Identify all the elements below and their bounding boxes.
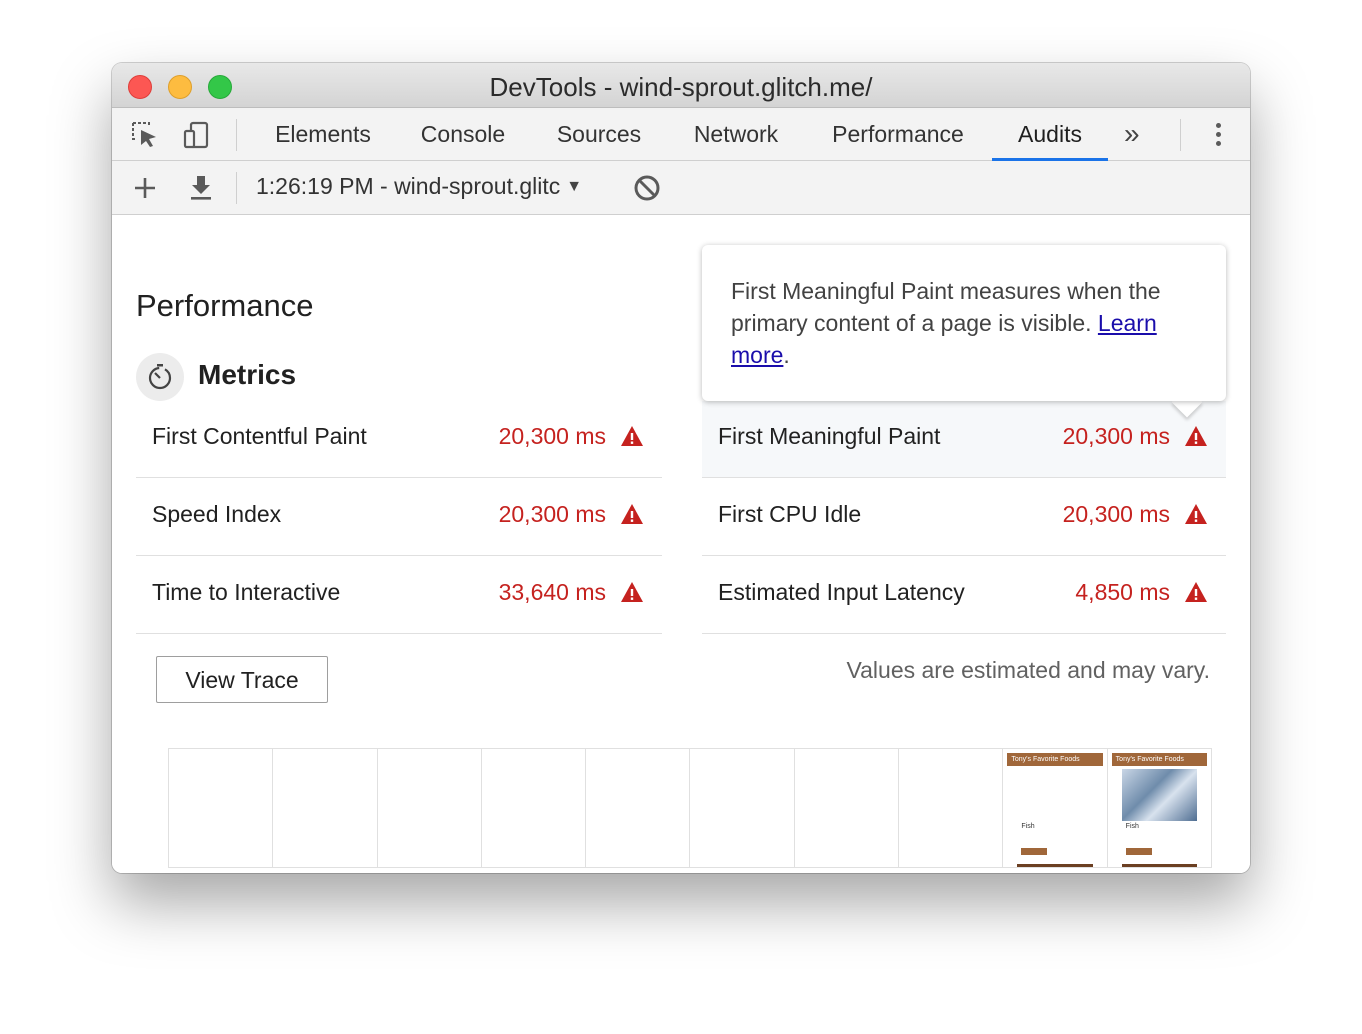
download-report-icon[interactable] <box>186 173 216 203</box>
filmstrip-frame <box>169 749 274 867</box>
report-selector-label: 1:26:19 PM - wind-sprout.glitc <box>256 173 561 199</box>
tab-console[interactable]: Console <box>404 108 522 161</box>
stopwatch-icon <box>148 364 172 390</box>
tooltip-text: First Meaningful Paint measures when the… <box>731 278 1161 336</box>
device-toolbar-icon[interactable] <box>182 120 212 150</box>
toolbar-divider <box>236 119 237 151</box>
metric-time-to-interactive[interactable]: Time to Interactive 33,640 ms <box>136 557 662 634</box>
inspect-element-icon[interactable] <box>130 120 160 150</box>
toolbar-divider <box>236 172 237 204</box>
metrics-heading: Metrics <box>198 359 297 390</box>
more-tabs-chevron-icon[interactable]: » <box>1124 118 1140 150</box>
metric-value: 33,640 ms <box>498 579 606 605</box>
tab-elements[interactable]: Elements <box>260 108 386 161</box>
audits-toolbar: 1:26:19 PM - wind-sprout.glitc ▼ <box>112 161 1250 215</box>
fail-warning-icon <box>621 582 643 602</box>
thumbnail-button <box>1021 848 1048 855</box>
metric-value: 4,850 ms <box>1075 579 1170 605</box>
metric-label: First Contentful Paint <box>152 423 367 449</box>
thumbnail-caption: Fish <box>1021 823 1035 830</box>
filmstrip-frame <box>377 749 482 867</box>
thumbnail-header: Tony's Favorite Foods <box>1007 753 1103 766</box>
category-title: Performance <box>136 288 314 323</box>
filmstrip: Tony's Favorite Foods Fish Tony's Favori… <box>168 748 1212 868</box>
thumbnail-caption: Fish <box>1125 823 1139 830</box>
thumbnail-header: Tony's Favorite Foods <box>1111 753 1207 766</box>
metric-label: Speed Index <box>152 501 282 527</box>
metric-value: 20,300 ms <box>498 501 606 527</box>
metric-label: First Meaningful Paint <box>718 423 941 449</box>
tab-performance[interactable]: Performance <box>814 108 982 161</box>
metric-tooltip: First Meaningful Paint measures when the… <box>702 245 1226 401</box>
filmstrip-frame <box>586 749 691 867</box>
metrics-badge <box>136 353 184 401</box>
estimate-note: Values are estimated and may vary. <box>846 657 1211 683</box>
tab-network[interactable]: Network <box>676 108 796 161</box>
metric-value: 20,300 ms <box>1062 423 1170 449</box>
tab-audits[interactable]: Audits <box>992 108 1108 161</box>
metric-first-meaningful-paint[interactable]: First Meaningful Paint 20,300 ms <box>702 401 1226 478</box>
metric-first-contentful-paint[interactable]: First Contentful Paint 20,300 ms <box>136 401 662 478</box>
metric-first-cpu-idle[interactable]: First CPU Idle 20,300 ms <box>702 479 1226 556</box>
metric-speed-index[interactable]: Speed Index 20,300 ms <box>136 479 662 556</box>
metric-label: First CPU Idle <box>718 501 862 527</box>
filmstrip-frame <box>794 749 900 867</box>
filmstrip-frame <box>690 749 795 867</box>
thumbnail-button <box>1125 848 1152 855</box>
filmstrip-frame <box>273 749 378 867</box>
clear-all-block-icon[interactable] <box>632 173 662 203</box>
customize-menu-icon[interactable] <box>1210 120 1226 150</box>
fail-warning-icon <box>1185 504 1207 524</box>
title-bar: DevTools - wind-sprout.glitch.me/ <box>112 63 1250 108</box>
filmstrip-frame <box>899 749 1004 867</box>
thumbnail-footer <box>1121 864 1197 867</box>
metric-label: Time to Interactive <box>152 579 341 605</box>
thumbnail-fish-image <box>1121 769 1197 821</box>
filmstrip-frame <box>481 749 587 867</box>
view-trace-button[interactable]: View Trace <box>156 656 328 703</box>
devtools-window: DevTools - wind-sprout.glitch.me/ Elemen… <box>112 63 1250 873</box>
report-selector[interactable]: 1:26:19 PM - wind-sprout.glitc ▼ <box>256 173 582 200</box>
metric-estimated-input-latency[interactable]: Estimated Input Latency 4,850 ms <box>702 557 1226 634</box>
fail-warning-icon <box>1185 426 1207 446</box>
tooltip-suffix: . <box>783 342 790 368</box>
filmstrip-frame: Tony's Favorite Foods Fish <box>1003 749 1108 867</box>
window-title: DevTools - wind-sprout.glitch.me/ <box>489 72 873 102</box>
toolbar-divider <box>1180 119 1181 151</box>
metric-label: Estimated Input Latency <box>718 579 965 605</box>
fail-warning-icon <box>621 504 643 524</box>
fail-warning-icon <box>621 426 643 446</box>
filmstrip-frame: Tony's Favorite Foods Fish <box>1107 749 1211 867</box>
fail-warning-icon <box>1185 582 1207 602</box>
dropdown-caret-icon: ▼ <box>566 178 583 195</box>
audit-report: Performance Metrics First Contentful Pai… <box>112 215 1250 873</box>
metric-value: 20,300 ms <box>1062 501 1170 527</box>
new-audit-plus-icon[interactable] <box>130 173 160 203</box>
tab-sources[interactable]: Sources <box>540 108 658 161</box>
thumbnail-footer <box>1017 864 1093 867</box>
devtools-tabbar: Elements Console Sources Network Perform… <box>112 108 1250 161</box>
metric-value: 20,300 ms <box>498 423 606 449</box>
